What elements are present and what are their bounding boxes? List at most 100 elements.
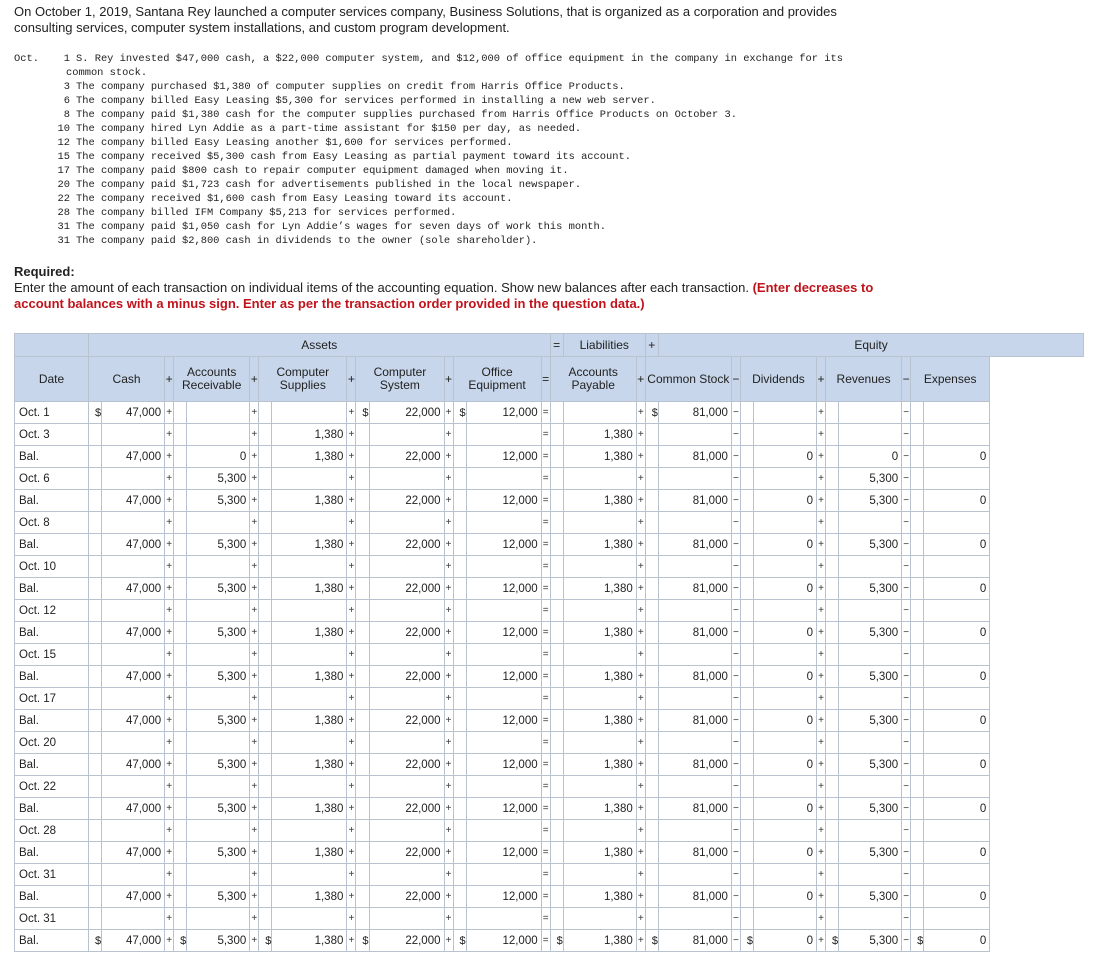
cell-stock[interactable] xyxy=(657,643,732,666)
cell-revenues[interactable] xyxy=(838,599,903,622)
cell-ar[interactable] xyxy=(186,687,251,710)
cell-equipment[interactable] xyxy=(465,687,542,710)
cell-equipment[interactable] xyxy=(465,643,542,666)
cell-revenues[interactable] xyxy=(838,401,903,424)
cell-supplies[interactable] xyxy=(271,555,348,578)
cell-dividends[interactable] xyxy=(753,423,817,446)
cell-supplies[interactable] xyxy=(271,907,348,930)
cell-revenues[interactable] xyxy=(838,423,903,446)
cell-system[interactable] xyxy=(368,863,445,886)
cell-ap[interactable] xyxy=(562,907,637,930)
cell-expenses[interactable] xyxy=(923,819,991,842)
cell-stock[interactable] xyxy=(657,863,732,886)
cell-ap[interactable] xyxy=(562,467,637,490)
cell-ap[interactable] xyxy=(562,731,637,754)
cell-expenses[interactable] xyxy=(923,687,991,710)
cell-system[interactable] xyxy=(368,907,445,930)
cell-system[interactable] xyxy=(368,599,445,622)
cell-stock[interactable] xyxy=(657,731,732,754)
cell-cash[interactable] xyxy=(101,423,166,446)
cell-ar[interactable]: 5,300 xyxy=(186,467,251,490)
cell-supplies[interactable] xyxy=(271,687,348,710)
cell-ar[interactable] xyxy=(186,643,251,666)
cell-revenues[interactable]: 5,300 xyxy=(838,467,903,490)
cell-ap[interactable]: 1,380 xyxy=(562,423,637,446)
cell-equipment[interactable] xyxy=(465,467,542,490)
cell-expenses[interactable] xyxy=(923,401,991,424)
cell-stock[interactable] xyxy=(657,687,732,710)
cell-stock[interactable] xyxy=(657,467,732,490)
cell-ar[interactable] xyxy=(186,555,251,578)
cell-system[interactable] xyxy=(368,643,445,666)
cell-equipment[interactable] xyxy=(465,819,542,842)
cell-cash[interactable]: 47,000 xyxy=(101,401,166,424)
cell-supplies[interactable] xyxy=(271,643,348,666)
cell-ar[interactable] xyxy=(186,599,251,622)
cell-dividends[interactable] xyxy=(753,819,817,842)
cell-dividends[interactable] xyxy=(753,687,817,710)
cell-expenses[interactable] xyxy=(923,511,991,534)
cell-revenues[interactable] xyxy=(838,687,903,710)
cell-equipment[interactable] xyxy=(465,511,542,534)
cell-revenues[interactable] xyxy=(838,511,903,534)
cell-system[interactable] xyxy=(368,555,445,578)
cell-ar[interactable] xyxy=(186,423,251,446)
cell-ar[interactable] xyxy=(186,819,251,842)
cell-stock[interactable] xyxy=(657,907,732,930)
cell-expenses[interactable] xyxy=(923,731,991,754)
cell-dividends[interactable] xyxy=(753,863,817,886)
cell-equipment[interactable]: 12,000 xyxy=(465,401,542,424)
cell-ar[interactable] xyxy=(186,731,251,754)
cell-cash[interactable] xyxy=(101,863,166,886)
cell-supplies[interactable]: 1,380 xyxy=(271,423,348,446)
cell-dividends[interactable] xyxy=(753,731,817,754)
cell-ar[interactable] xyxy=(186,401,251,424)
cell-supplies[interactable] xyxy=(271,819,348,842)
cell-cash[interactable] xyxy=(101,599,166,622)
cell-ar[interactable] xyxy=(186,775,251,798)
cell-equipment[interactable] xyxy=(465,599,542,622)
cell-cash[interactable] xyxy=(101,511,166,534)
cell-supplies[interactable] xyxy=(271,599,348,622)
cell-equipment[interactable] xyxy=(465,423,542,446)
cell-system[interactable] xyxy=(368,819,445,842)
cell-supplies[interactable] xyxy=(271,467,348,490)
cell-expenses[interactable] xyxy=(923,775,991,798)
cell-system[interactable] xyxy=(368,731,445,754)
cell-dividends[interactable] xyxy=(753,555,817,578)
cell-system[interactable] xyxy=(368,467,445,490)
cell-expenses[interactable] xyxy=(923,643,991,666)
cell-cash[interactable] xyxy=(101,819,166,842)
cell-cash[interactable] xyxy=(101,731,166,754)
cell-revenues[interactable] xyxy=(838,819,903,842)
cell-dividends[interactable] xyxy=(753,401,817,424)
cell-ap[interactable] xyxy=(562,775,637,798)
cell-supplies[interactable] xyxy=(271,863,348,886)
cell-cash[interactable] xyxy=(101,775,166,798)
cell-cash[interactable] xyxy=(101,687,166,710)
cell-revenues[interactable] xyxy=(838,731,903,754)
cell-revenues[interactable] xyxy=(838,907,903,930)
cell-dividends[interactable] xyxy=(753,907,817,930)
cell-stock[interactable] xyxy=(657,555,732,578)
cell-equipment[interactable] xyxy=(465,731,542,754)
cell-dividends[interactable] xyxy=(753,467,817,490)
cell-expenses[interactable] xyxy=(923,907,991,930)
cell-revenues[interactable] xyxy=(838,555,903,578)
cell-ap[interactable] xyxy=(562,511,637,534)
cell-dividends[interactable] xyxy=(753,643,817,666)
cell-stock[interactable] xyxy=(657,775,732,798)
cell-ap[interactable] xyxy=(562,643,637,666)
cell-expenses[interactable] xyxy=(923,599,991,622)
cell-revenues[interactable] xyxy=(838,775,903,798)
cell-expenses[interactable] xyxy=(923,423,991,446)
cell-system[interactable] xyxy=(368,687,445,710)
cell-stock[interactable] xyxy=(657,511,732,534)
cell-ap[interactable] xyxy=(562,819,637,842)
cell-cash[interactable] xyxy=(101,555,166,578)
cell-stock[interactable]: 81,000 xyxy=(657,401,732,424)
cell-supplies[interactable] xyxy=(271,731,348,754)
cell-dividends[interactable] xyxy=(753,599,817,622)
cell-stock[interactable] xyxy=(657,599,732,622)
cell-dividends[interactable] xyxy=(753,775,817,798)
